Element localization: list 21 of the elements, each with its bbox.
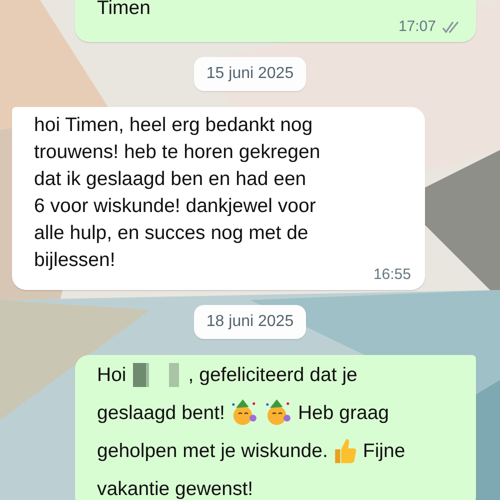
message-text: Hoi (97, 363, 126, 388)
message-text: 6 voor wiskunde! dankjewel voor (34, 194, 316, 219)
date-chip: 18 juni 2025 (194, 305, 306, 339)
message-time: 17:07 (398, 18, 436, 35)
message-text: dat ik geslaagd ben en had een (34, 167, 306, 192)
message-text: Fijne (362, 439, 406, 464)
message-text: geslaagd bent! (97, 401, 225, 426)
message-text: bijlessen! (34, 248, 116, 273)
message-text: geholpen met je wiskunde. (97, 439, 328, 464)
message-text: hoi Timen, heel erg bedankt nog (34, 113, 313, 138)
message-text: , gefeliciteerd dat je (188, 363, 358, 388)
message-text: trouwens! heb te horen gekregen (34, 140, 320, 165)
date-chip: 15 juni 2025 (194, 57, 306, 91)
message-time: 16:55 (373, 266, 411, 283)
message-text: vakantie gewenst! (97, 477, 254, 500)
message-text: Timen (97, 0, 150, 21)
message-text: alle hulp, en succes nog met de (34, 221, 308, 246)
thumbs-up-icon (332, 438, 358, 464)
message-text: Heb graag (298, 401, 390, 426)
party-face-icon (230, 399, 259, 427)
party-face-icon (264, 399, 293, 427)
